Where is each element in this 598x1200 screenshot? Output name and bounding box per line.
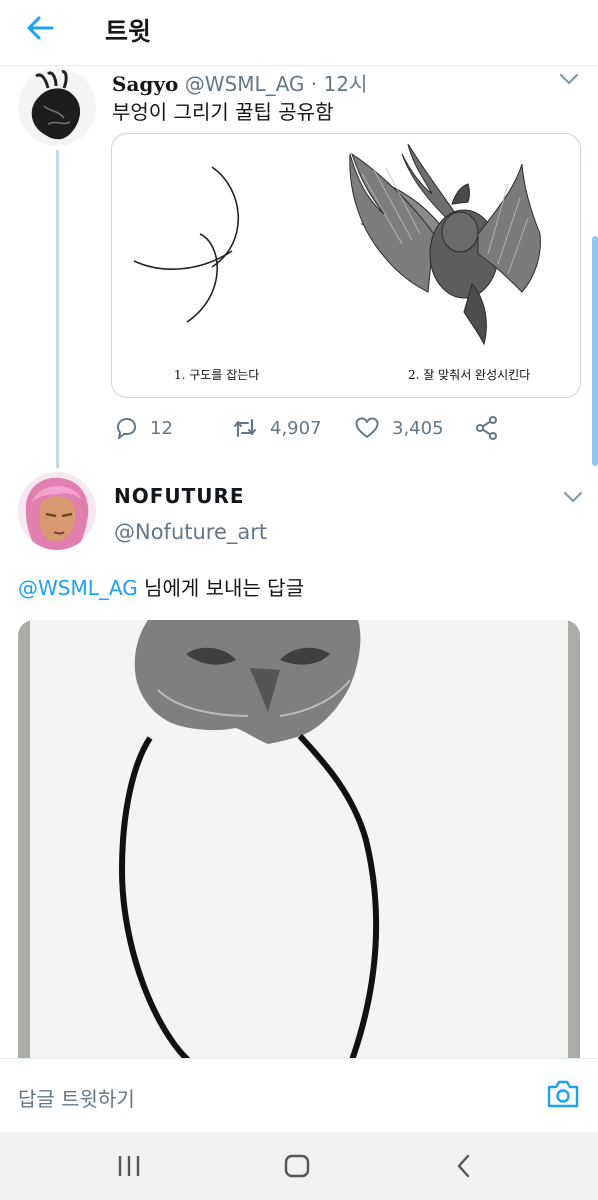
replying-to: @WSML_AG 님에게 보내는 답글	[18, 572, 304, 601]
scrollbar[interactable]	[592, 236, 598, 466]
reply-icon	[117, 418, 136, 439]
back-button[interactable]	[22, 12, 62, 44]
back-icon	[457, 1154, 470, 1178]
handle[interactable]: @Nofuture_art	[114, 520, 267, 544]
tweet-header: Sagyo @WSML_AG · 12시	[112, 68, 367, 97]
reply-input[interactable]: 답글 트윗하기	[18, 1083, 135, 1112]
display-name[interactable]: NOFUTURE	[114, 484, 245, 508]
reply-count: 12	[150, 417, 173, 439]
handle[interactable]: @WSML_AG	[185, 72, 305, 96]
image-caption-1: 1. 구도를 잡는다	[174, 368, 260, 382]
like-count: 3,405	[392, 417, 444, 439]
like-button[interactable]: 3,405	[354, 414, 444, 442]
system-navigation-bar	[0, 1132, 598, 1200]
tweet-image[interactable]: 1. 구도를 잡는다 2. 잘 맞춰서 완성시킨다	[111, 133, 581, 398]
retweet-icon	[234, 419, 256, 437]
recent-apps-icon	[118, 1156, 140, 1176]
tweet-actions: 12 4,907 3,405	[0, 414, 598, 444]
reply-composer-bar: 답글 트윗하기	[0, 1058, 598, 1132]
share-button[interactable]	[474, 414, 500, 442]
tweet-menu-button[interactable]	[558, 70, 580, 88]
anime-girl-avatar-icon	[18, 472, 96, 550]
heart-icon	[355, 417, 379, 438]
tweet-detail-screen: 트윗 Sagyo @WSML_AG · 12시 부엉이 그리기 꿀팁 공유함 1…	[0, 0, 598, 1200]
arrow-left-icon	[27, 16, 54, 40]
home-button[interactable]	[282, 1152, 312, 1180]
tweet-text: 부엉이 그리기 꿀팁 공유함	[112, 100, 334, 124]
retweet-count: 4,907	[270, 417, 322, 439]
owl-drawing-tip-image	[133, 143, 541, 346]
owl-face-drawing-image	[18, 620, 580, 1060]
display-name[interactable]: Sagyo	[112, 72, 178, 96]
camera-icon	[547, 1080, 579, 1108]
chevron-down-icon	[563, 491, 583, 503]
avatar[interactable]	[18, 472, 96, 550]
camera-button[interactable]	[546, 1079, 580, 1109]
home-icon	[284, 1154, 310, 1178]
page-title: 트윗	[105, 17, 152, 46]
timestamp[interactable]: 12시	[324, 72, 368, 96]
image-caption-2: 2. 잘 맞춰서 완성시킨다	[408, 368, 531, 382]
chevron-down-icon	[559, 73, 579, 85]
share-icon	[476, 416, 497, 440]
avatar[interactable]	[18, 68, 96, 146]
replying-to-text: 님에게 보내는 답글	[137, 576, 304, 600]
meta-separator: ·	[310, 72, 318, 96]
heart-sketch-avatar-icon	[18, 68, 96, 146]
top-app-bar: 트윗	[0, 0, 598, 66]
retweet-button[interactable]: 4,907	[232, 414, 322, 442]
reply-button[interactable]: 12	[114, 414, 173, 442]
back-nav-button[interactable]	[450, 1152, 480, 1180]
recent-apps-button[interactable]	[114, 1152, 144, 1180]
reply-mention-link[interactable]: @WSML_AG	[18, 576, 138, 600]
tweet-menu-button[interactable]	[562, 488, 584, 506]
tweet-image[interactable]	[18, 620, 580, 1060]
